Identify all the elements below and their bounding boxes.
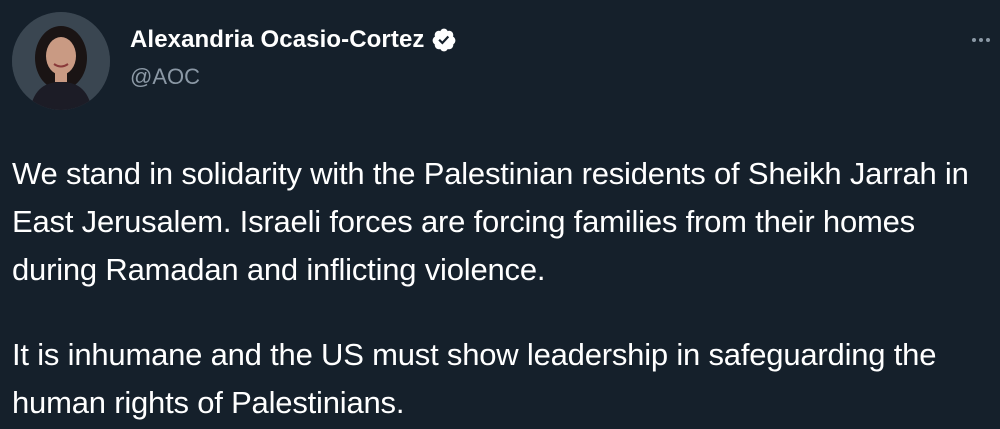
author-handle[interactable]: @AOC (130, 64, 200, 90)
more-dot (972, 38, 976, 42)
more-dot (979, 38, 983, 42)
avatar[interactable] (12, 12, 110, 110)
avatar-image (12, 12, 110, 110)
author-name[interactable]: Alexandria Ocasio-Cortez (130, 26, 425, 54)
more-options-icon[interactable] (968, 30, 994, 50)
author-name-row[interactable]: Alexandria Ocasio-Cortez (130, 26, 457, 54)
tweet-text-paragraph: We stand in solidarity with the Palestin… (12, 156, 969, 287)
more-dot (986, 38, 990, 42)
tweet-text-paragraph: It is inhumane and the US must show lead… (12, 337, 937, 420)
verified-badge-icon (432, 28, 455, 52)
tweet-card: Alexandria Ocasio-Cortez @AOC We stand i… (0, 0, 1000, 429)
